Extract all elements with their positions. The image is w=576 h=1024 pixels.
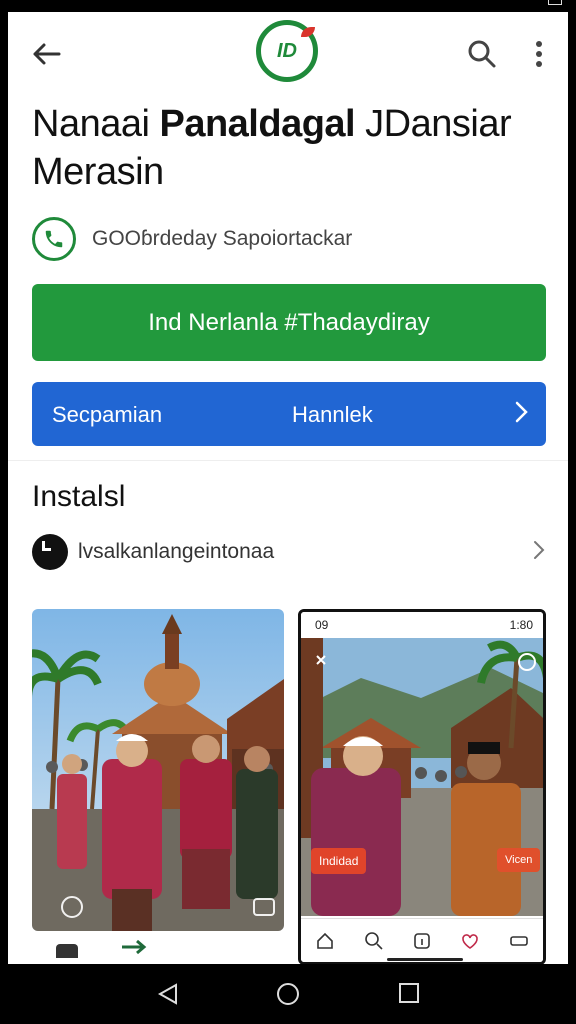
screenshot-2-time: 09: [315, 618, 329, 632]
status-bar: [0, 0, 576, 12]
info-row[interactable]: lvsalkanlangeintonaa: [32, 532, 552, 572]
app-title-bold: Panaldagal: [159, 103, 356, 145]
publisher-row[interactable]: GOOɓrdeday Sapoiortackar: [32, 216, 352, 262]
nav-recents-icon: [399, 983, 419, 1003]
screenshot-2-tag-left: Indidad: [311, 848, 367, 874]
screenshot-2[interactable]: 09 1:80 Indidad Vicen: [298, 609, 546, 964]
nav-recents-button[interactable]: [398, 982, 420, 1009]
search-icon: [364, 931, 383, 950]
nav-home-icon: [277, 983, 299, 1005]
status-icons: [548, 0, 562, 5]
back-arrow-icon: [33, 43, 61, 65]
nav-back-button[interactable]: [156, 982, 180, 1011]
home-indicator: [387, 958, 463, 961]
screenshot-1-image: [32, 609, 284, 931]
info-icon: [414, 932, 430, 949]
install-button[interactable]: Ind Nerlanla #Thadaydiray: [32, 284, 546, 361]
bottom-strip: [8, 932, 298, 964]
heart-icon: [462, 933, 479, 949]
more-vert-icon: [536, 41, 542, 67]
screenshot-1[interactable]: [32, 609, 284, 931]
divider: [8, 460, 568, 461]
publisher-name: GOOɓrdeday Sapoiortackar: [92, 227, 353, 250]
screenshot-2-status: 09 1:80: [301, 612, 543, 638]
shape-icon: [56, 944, 78, 958]
secondary-button-left-label: Secpamian: [52, 402, 163, 427]
more-options-button[interactable]: [524, 34, 554, 74]
app-detail-screen: ID Nanaai Panaldagal JDansiar Merasin GO…: [8, 12, 568, 964]
back-button[interactable]: [28, 36, 64, 72]
screenshot-2-image: [301, 638, 543, 916]
app-title-part1: Nanaai: [32, 103, 160, 145]
clock-icon: [32, 534, 68, 570]
search-icon: [468, 40, 496, 68]
install-button-label: Ind Nerlanla #Thadaydiray: [148, 308, 430, 336]
app-title: Nanaai Panaldagal JDansiar Merasin: [32, 100, 542, 196]
app-logo-icon: ID: [256, 20, 318, 82]
info-row-label: lvsalkanlangeintonaa: [78, 540, 275, 563]
system-nav-bar: [0, 964, 576, 1024]
top-app-bar: ID: [8, 12, 568, 92]
screenshot-2-tag-right: Vicen: [497, 848, 541, 872]
secondary-button-center-label: Hannlek: [292, 402, 373, 427]
screenshot-2-bottom-nav: [301, 918, 543, 962]
battery-icon: [548, 0, 562, 5]
screenshot-2-status-right: 1:80: [509, 618, 533, 632]
menu-icon: [509, 935, 528, 946]
secondary-action-button[interactable]: Secpamian Hannlek: [32, 382, 546, 446]
nav-home-button[interactable]: [276, 982, 300, 1011]
search-button[interactable]: [462, 34, 502, 74]
nav-back-icon: [157, 983, 177, 1005]
home-icon: [317, 932, 333, 949]
phone-icon: [32, 217, 76, 261]
chevron-right-icon: [532, 539, 552, 566]
chevron-right-icon: [514, 400, 528, 430]
arrow-right-icon: [120, 938, 150, 961]
section-heading: Instalsl: [32, 480, 126, 513]
